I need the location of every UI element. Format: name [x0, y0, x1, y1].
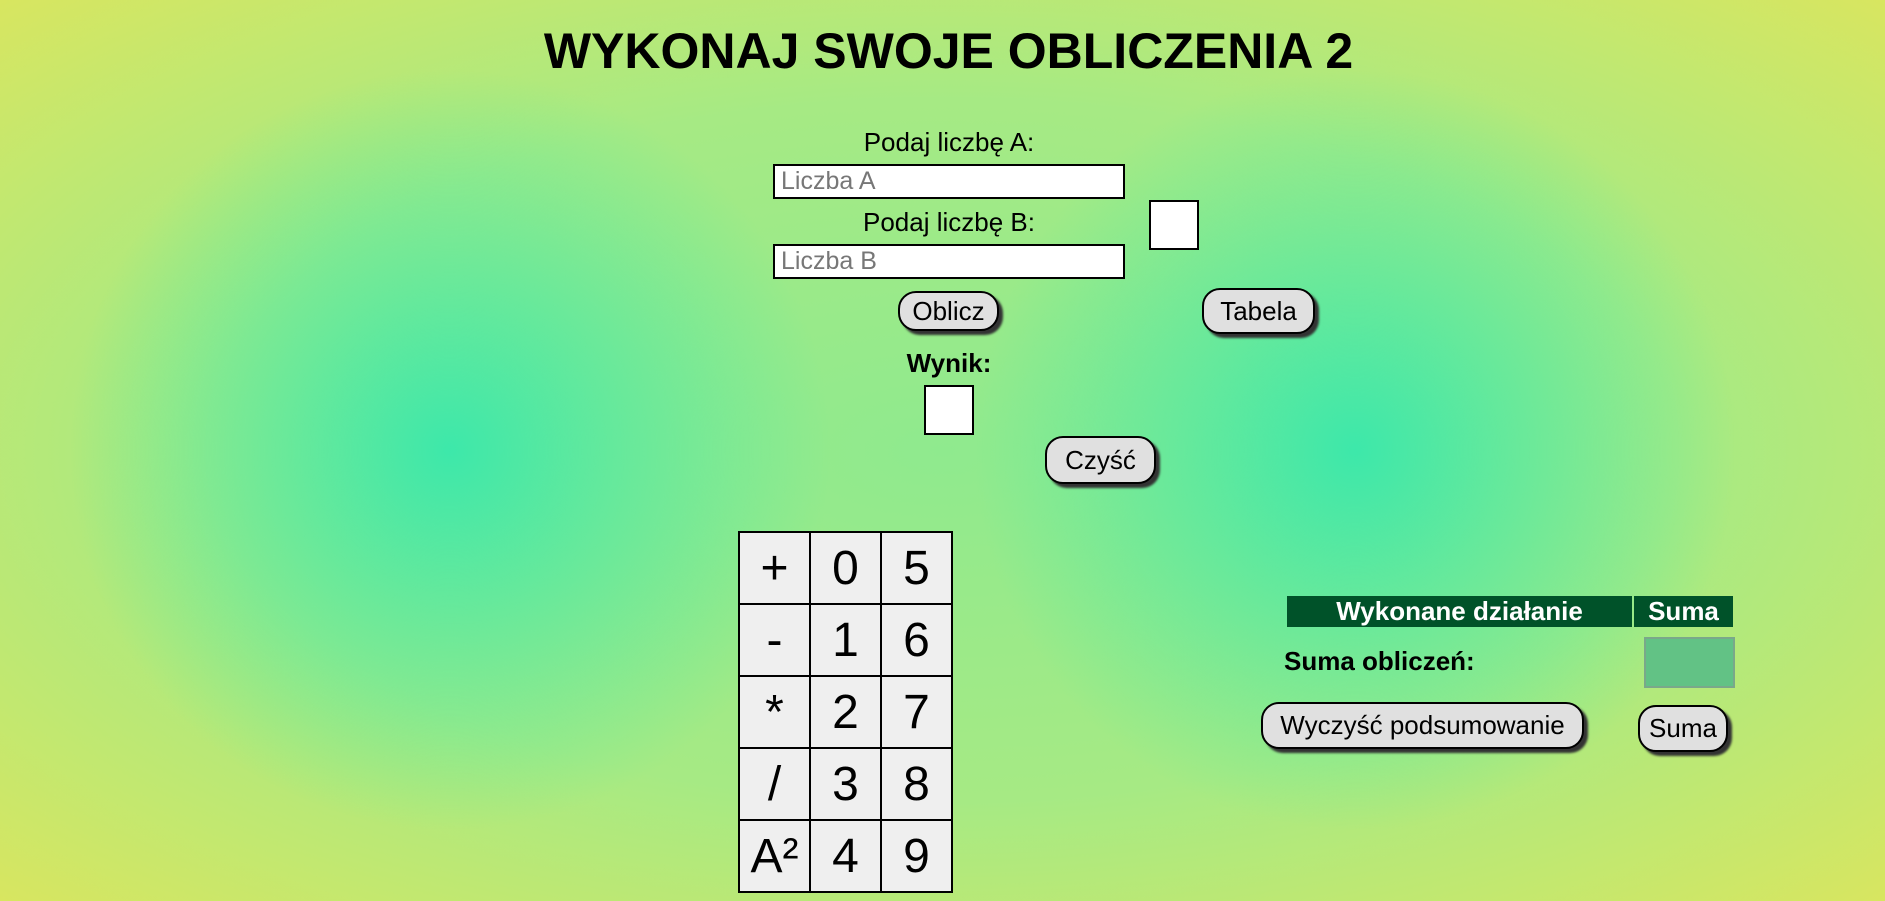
keypad-key[interactable]: 3	[809, 747, 882, 821]
keypad-key[interactable]: 7	[880, 675, 953, 749]
keypad-key[interactable]: +	[738, 531, 811, 605]
keypad-key[interactable]: 9	[880, 819, 953, 893]
keypad-body: +0 5-1 6 * 2 7/3 8 A² 4 9	[738, 531, 953, 893]
keypad-key[interactable]: 4	[809, 819, 882, 893]
result-label: Wynik:	[906, 348, 992, 378]
keypad-key[interactable]: -	[738, 603, 811, 677]
keypad-key[interactable]: /	[738, 747, 811, 821]
operator-display-box	[1149, 200, 1199, 250]
keypad-row: +0 5	[738, 531, 953, 605]
keypad-key[interactable]: 8	[880, 747, 953, 821]
keypad-row: * 2 7	[738, 675, 953, 749]
label-number-a: Podaj liczbę A:	[863, 127, 1035, 157]
summary-table: Wykonane działanie Suma	[1285, 594, 1735, 629]
keypad-key[interactable]: A²	[738, 819, 811, 893]
compute-button[interactable]: Oblicz	[898, 291, 999, 331]
sum-of-calculations-label: Suma obliczeń:	[1284, 646, 1475, 676]
keypad-row: A² 4 9	[738, 819, 953, 893]
table-button[interactable]: Tabela	[1202, 288, 1315, 334]
keypad-row: -16	[738, 603, 953, 677]
label-number-b: Podaj liczbę B:	[863, 207, 1035, 237]
keypad-row: /3 8	[738, 747, 953, 821]
page-title: WYKONAJ SWOJE OBLICZENIA 2	[543, 23, 1354, 79]
number-a-input[interactable]	[773, 164, 1125, 199]
result-box	[924, 385, 974, 435]
clear-button[interactable]: Czyść	[1045, 436, 1156, 484]
keypad-key[interactable]: *	[738, 675, 811, 749]
keypad-key[interactable]: 5	[880, 531, 953, 605]
column-header-operation: Wykonane działanie	[1287, 596, 1632, 627]
keypad-key[interactable]: 6	[880, 603, 953, 677]
keypad-key[interactable]: 0	[809, 531, 882, 605]
sum-button[interactable]: Suma	[1638, 705, 1728, 752]
number-b-input[interactable]	[773, 244, 1125, 279]
column-header-sum: Suma	[1634, 596, 1733, 627]
keypad: +0 5-1 6 * 2 7/3 8 A² 4 9	[738, 531, 953, 893]
keypad-key[interactable]: 2	[809, 675, 882, 749]
keypad-key[interactable]: 1	[809, 603, 882, 677]
clear-summary-button[interactable]: Wyczyść podsumowanie	[1261, 702, 1584, 749]
sum-display-box	[1644, 637, 1735, 688]
